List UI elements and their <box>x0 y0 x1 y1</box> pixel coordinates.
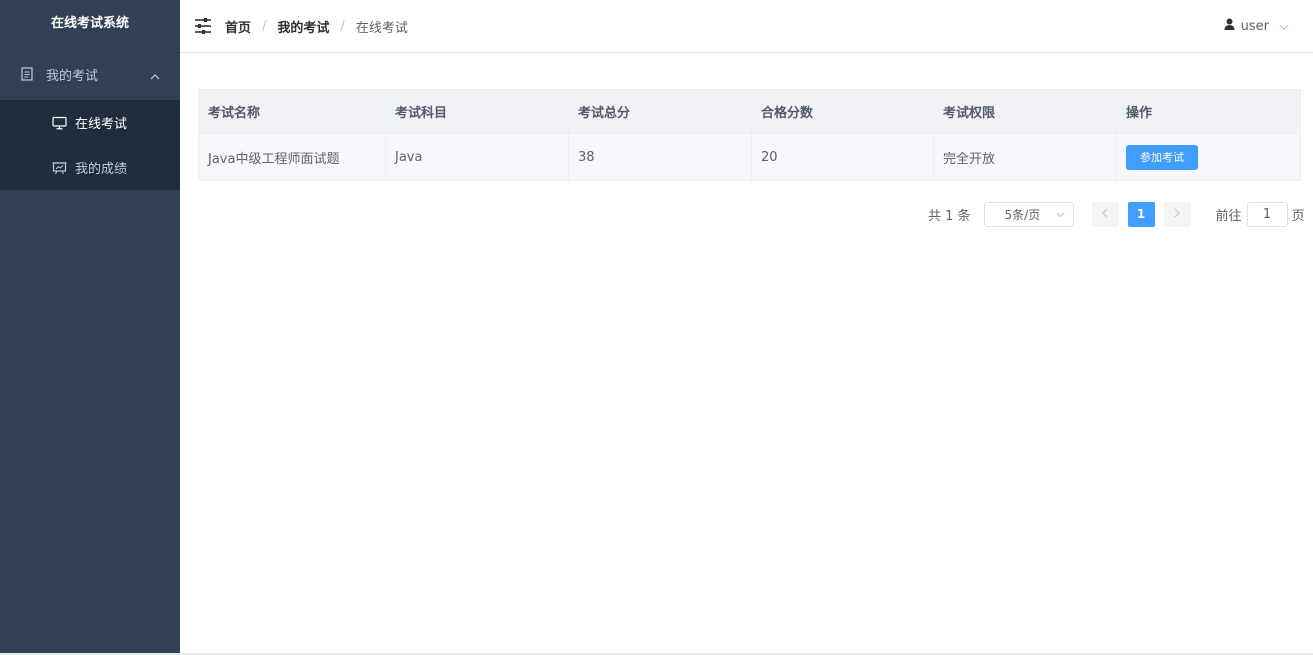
hamburger-icon[interactable] <box>194 17 212 39</box>
join-exam-button[interactable]: 参加考试 <box>1126 144 1198 170</box>
user-dropdown[interactable]: user <box>1224 0 1289 52</box>
table-row: Java中级工程师面试题 Java 38 20 完全开放 参加考试 <box>198 133 1301 181</box>
breadcrumb-separator: / <box>340 18 345 34</box>
goto-prefix: 前往 <box>1215 208 1242 224</box>
user-name: user <box>1240 18 1269 34</box>
chevron-down-icon <box>1056 207 1065 221</box>
sidebar-item-label: 在线考试 <box>75 117 128 132</box>
chart-board-icon <box>52 161 67 175</box>
user-icon <box>1224 18 1235 34</box>
column-header: 操作 <box>1116 89 1301 134</box>
cell-exam-name: Java中级工程师面试题 <box>198 133 386 181</box>
top-navbar: 首页 / 我的考试 / 在线考试 user <box>180 0 1313 53</box>
goto-suffix: 页 <box>1291 208 1305 224</box>
chevron-left-icon <box>1102 207 1108 222</box>
column-header: 考试权限 <box>933 89 1117 134</box>
page-number-button[interactable]: 1 <box>1127 201 1155 227</box>
cell-subject: Java <box>385 133 569 181</box>
total-count: 共 1 条 <box>928 208 971 224</box>
exam-table: 考试名称 考试科目 考试总分 合格分数 考试权限 操作 Java中级工程师面试题… <box>198 89 1301 181</box>
cell-pass-score: 20 <box>751 133 934 181</box>
goto-page: 前往 页 <box>1215 201 1305 227</box>
breadcrumb: 首页 / 我的考试 / 在线考试 <box>225 0 408 52</box>
goto-page-input[interactable] <box>1246 201 1288 227</box>
column-header: 合格分数 <box>751 89 934 134</box>
chevron-down-icon <box>1279 19 1289 34</box>
chevron-right-icon <box>1174 207 1180 222</box>
submenu: 在线考试 我的成绩 <box>0 100 180 190</box>
cell-permission: 完全开放 <box>933 133 1117 181</box>
sidebar: 在线考试系统 我的考试 在线考试 我的成绩 <box>0 0 180 653</box>
sidebar-item-online-exam[interactable]: 在线考试 <box>0 100 180 145</box>
cell-action: 参加考试 <box>1116 133 1301 181</box>
page-size-value: 5条/页 <box>1004 207 1041 222</box>
breadcrumb-my-exams[interactable]: 我的考试 <box>277 17 329 36</box>
breadcrumb-separator: / <box>262 18 267 34</box>
sidebar-item-label: 我的成绩 <box>75 162 128 177</box>
breadcrumb-home[interactable]: 首页 <box>225 17 251 36</box>
next-page-button[interactable] <box>1163 201 1191 227</box>
document-icon <box>20 67 34 81</box>
chevron-up-icon <box>150 69 160 84</box>
monitor-icon <box>52 116 67 130</box>
column-header: 考试科目 <box>385 89 569 134</box>
column-header: 考试名称 <box>198 89 386 134</box>
prev-page-button[interactable] <box>1091 201 1119 227</box>
page-size-select[interactable]: 5条/页 <box>983 201 1074 227</box>
pagination: 共 1 条 5条/页 1 前往 1 页 <box>928 201 1305 227</box>
sidebar-group-label: 我的考试 <box>46 68 99 84</box>
breadcrumb-current: 在线考试 <box>355 20 408 36</box>
cell-total-score: 38 <box>568 133 752 181</box>
sidebar-item-my-scores[interactable]: 我的成绩 <box>0 145 180 190</box>
column-header: 考试总分 <box>568 89 752 134</box>
table-header-row: 考试名称 考试科目 考试总分 合格分数 考试权限 操作 <box>198 89 1301 134</box>
app-root: 在线考试系统 我的考试 在线考试 我的成绩 首页 / 我的考试 / 在线考试 u… <box>0 0 1313 655</box>
sidebar-group-my-exams[interactable]: 我的考试 <box>0 48 180 100</box>
app-title: 在线考试系统 <box>50 16 129 31</box>
